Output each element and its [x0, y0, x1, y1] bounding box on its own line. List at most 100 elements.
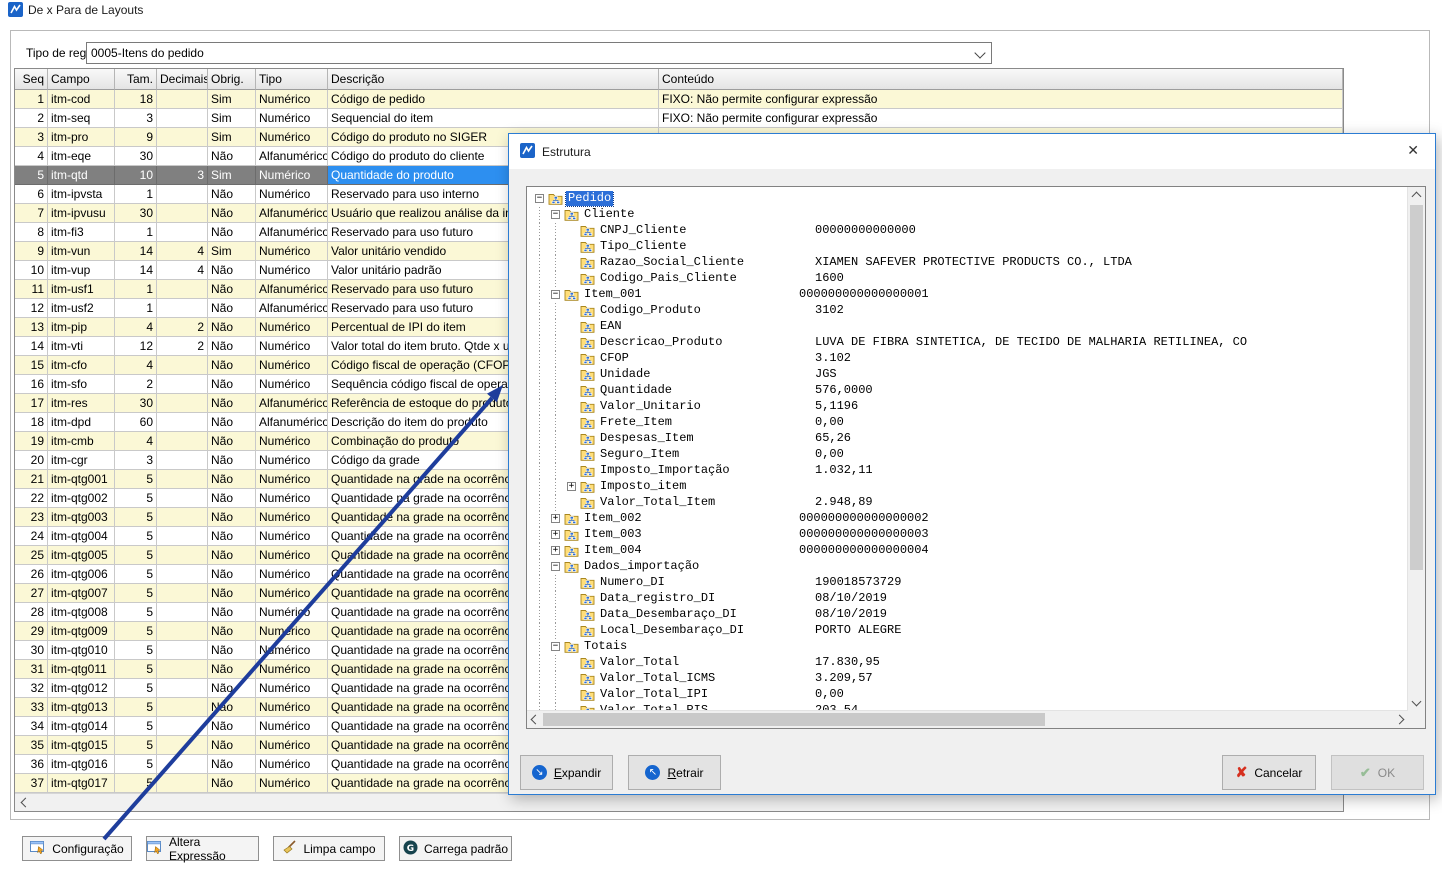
expandir-button[interactable]: ↘ Expandir [520, 755, 613, 790]
altera-expressao-button[interactable]: Altera Expressão [146, 836, 259, 861]
tree-node[interactable]: Numero_DI190018573729 [528, 575, 1407, 591]
close-icon[interactable]: ✕ [1407, 142, 1419, 159]
tree-node-label[interactable]: Item_003 [582, 527, 644, 542]
tree-node-label[interactable]: Imposto_item [598, 479, 688, 494]
collapse-toggle-icon[interactable]: − [551, 642, 560, 651]
expand-toggle-icon[interactable]: + [551, 514, 560, 523]
tree-node[interactable]: Codigo_Pais_Cliente1600 [528, 271, 1407, 287]
tree-node-label[interactable]: Codigo_Pais_Cliente [598, 271, 739, 286]
tree-node-label[interactable]: Numero_DI [598, 575, 667, 590]
tree-node[interactable]: Valor_Total_IPI0,00 [528, 687, 1407, 703]
column-header[interactable]: Decimais [157, 69, 208, 90]
tree-node-label[interactable]: Codigo_Produto [598, 303, 703, 318]
tree-node[interactable]: CFOP3.102 [528, 351, 1407, 367]
tree-node-label[interactable]: Valor_Total_ICMS [598, 671, 717, 686]
ok-button[interactable]: ✔ OK [1331, 755, 1424, 790]
collapse-toggle-icon[interactable]: − [551, 562, 560, 571]
tree-node[interactable]: EAN [528, 319, 1407, 335]
collapse-toggle-icon[interactable]: − [535, 194, 544, 203]
tree-node-label[interactable]: Valor_Total_Item [598, 495, 717, 510]
scroll-down-icon[interactable] [1412, 697, 1422, 707]
carrega-padrao-button[interactable]: G Carrega padrão [399, 836, 512, 861]
collapse-toggle-icon[interactable]: − [551, 290, 560, 299]
column-header[interactable]: Conteúdo [659, 69, 1343, 90]
configuracao-button[interactable]: Configuração [22, 836, 132, 861]
scroll-left-icon[interactable] [21, 798, 31, 808]
grid-horizontal-scrollbar[interactable] [15, 793, 1343, 811]
tree-node[interactable]: Frete_Item0,00 [528, 415, 1407, 431]
tree-node[interactable]: Descricao_ProdutoLUVA DE FIBRA SINTETICA… [528, 335, 1407, 351]
collapse-toggle-icon[interactable]: − [551, 210, 560, 219]
tree-node-label[interactable]: Pedido [566, 191, 613, 206]
tree-node[interactable]: Seguro_Item0,00 [528, 447, 1407, 463]
tree-node[interactable]: − Cliente [528, 207, 1407, 223]
tree-node-label[interactable]: Razao_Social_Cliente [598, 255, 746, 270]
tree-node-label[interactable]: Data_Desembaraço_DI [598, 607, 739, 622]
tree-vertical-scrollbar[interactable] [1407, 187, 1425, 711]
tree-node-label[interactable]: Frete_Item [598, 415, 674, 430]
tree-node-label[interactable]: Valor_Total_PIS [598, 703, 710, 710]
tree-node[interactable]: Valor_Total_ICMS3.209,57 [528, 671, 1407, 687]
column-header[interactable]: Tam. [115, 69, 157, 90]
tree-node[interactable]: UnidadeJGS [528, 367, 1407, 383]
tree-node[interactable]: Local_Desembaraço_DIPORTO ALEGRE [528, 623, 1407, 639]
expand-toggle-icon[interactable]: + [567, 482, 576, 491]
tree-node-label[interactable]: Item_004 [582, 543, 644, 558]
scroll-right-icon[interactable] [1395, 715, 1405, 725]
tree-node-label[interactable]: Totais [582, 639, 629, 654]
scroll-left-icon[interactable] [531, 715, 541, 725]
tree-node[interactable]: − Pedido [528, 191, 1407, 207]
tree-node[interactable]: Data_Desembaraço_DI08/10/2019 [528, 607, 1407, 623]
tree-node-label[interactable]: Unidade [598, 367, 652, 382]
tree-node-label[interactable]: Despesas_Item [598, 431, 696, 446]
tree-node-label[interactable]: Data_registro_DI [598, 591, 717, 606]
tree-node-label[interactable]: Tipo_Cliente [598, 239, 688, 254]
table-row[interactable]: 1itm-cod18SimNuméricoCódigo de pedidoFIX… [15, 90, 1343, 109]
tree-node-label[interactable]: Valor_Total [598, 655, 681, 670]
tree-node-label[interactable]: Item_001 [582, 287, 644, 302]
tree-node[interactable]: − Dados_importação [528, 559, 1407, 575]
tree-node-label[interactable]: Local_Desembaraço_DI [598, 623, 746, 638]
tree-node[interactable]: +Item_002000000000000000002 [528, 511, 1407, 527]
tree-node[interactable]: Data_registro_DI08/10/2019 [528, 591, 1407, 607]
column-header[interactable]: Obrig. [208, 69, 256, 90]
tree-node-label[interactable]: EAN [598, 319, 624, 334]
tree-node[interactable]: Valor_Total_PIS203,54 [528, 703, 1407, 710]
tree-node-label[interactable]: Imposto_Importação [598, 463, 732, 478]
vertical-scroll-thumb[interactable] [1410, 205, 1423, 570]
tree-node-label[interactable]: Cliente [582, 207, 636, 222]
tree-node[interactable]: Codigo_Produto3102 [528, 303, 1407, 319]
column-header[interactable]: Campo [48, 69, 115, 90]
tree-node-label[interactable]: Valor_Unitario [598, 399, 703, 414]
tree-node[interactable]: −Item_001000000000000000001 [528, 287, 1407, 303]
tree-node-label[interactable]: Seguro_Item [598, 447, 681, 462]
tree-node-label[interactable]: Descricao_Produto [598, 335, 724, 350]
tree-node[interactable]: CNPJ_Cliente00000000000000 [528, 223, 1407, 239]
chevron-down-icon[interactable] [974, 47, 985, 58]
dialog-titlebar[interactable]: Estrutura ✕ [509, 134, 1435, 169]
tree-node[interactable]: − Totais [528, 639, 1407, 655]
tree-node[interactable]: Razao_Social_ClienteXIAMEN SAFEVER PROTE… [528, 255, 1407, 271]
tree-node-label[interactable]: CFOP [598, 351, 631, 366]
scroll-up-icon[interactable] [1412, 192, 1422, 202]
expand-toggle-icon[interactable]: + [551, 530, 560, 539]
tree-node[interactable]: Tipo_Cliente [528, 239, 1407, 255]
tree-node[interactable]: Valor_Total_Item2.948,89 [528, 495, 1407, 511]
tree-node[interactable]: + Imposto_item [528, 479, 1407, 495]
expand-toggle-icon[interactable]: + [551, 546, 560, 555]
tree-node[interactable]: Imposto_Importação1.032,11 [528, 463, 1407, 479]
tree-node[interactable]: Valor_Unitario5,1196 [528, 399, 1407, 415]
tree-node-label[interactable]: Dados_importação [582, 559, 701, 574]
tree-node[interactable]: Valor_Total17.830,95 [528, 655, 1407, 671]
retrair-button[interactable]: ↖ Retrair [628, 755, 721, 790]
horizontal-scroll-thumb[interactable] [543, 713, 1045, 726]
tree-node[interactable]: +Item_003000000000000000003 [528, 527, 1407, 543]
tree-node-label[interactable]: Valor_Total_IPI [598, 687, 710, 702]
tree-horizontal-scrollbar[interactable] [527, 710, 1408, 728]
tree-node[interactable]: +Item_004000000000000000004 [528, 543, 1407, 559]
table-row[interactable]: 2itm-seq3SimNuméricoSequencial do itemFI… [15, 109, 1343, 128]
tree-node-label[interactable]: CNPJ_Cliente [598, 223, 688, 238]
cancelar-button[interactable]: ✘ Cancelar [1222, 755, 1316, 790]
tree-node[interactable]: Quantidade576,0000 [528, 383, 1407, 399]
column-header[interactable]: Tipo [256, 69, 328, 90]
